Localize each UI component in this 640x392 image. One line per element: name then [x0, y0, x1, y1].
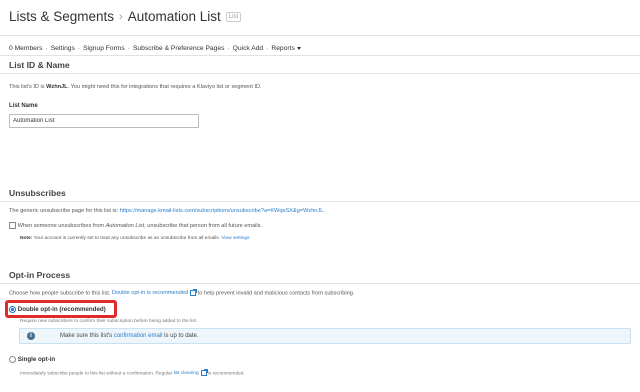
unsubscribe-desc-prefix: The generic unsubscribe page for this li… — [9, 208, 120, 214]
sub-navigation: 0 Members · Settings · Signup Forms · Su… — [9, 45, 301, 52]
unsubscribe-option: When someone unsubscribes from Automatio… — [9, 222, 262, 229]
tab-subscribe-preference-pages[interactable]: Subscribe & Preference Pages — [133, 45, 224, 52]
unsubscribe-desc-suffix: . — [323, 208, 325, 214]
section-title-optin: Opt-in Process — [9, 270, 71, 280]
checkbox-list-name: Automation List — [105, 222, 145, 229]
list-id-desc-suffix: . You might need this for integrations t… — [67, 84, 262, 90]
unsubscribe-description: The generic unsubscribe page for this li… — [9, 208, 325, 214]
caret-down-icon — [296, 46, 301, 50]
tab-separator: · — [127, 45, 130, 52]
tab-reports-label: Reports — [271, 45, 295, 52]
list-cleaning-link[interactable]: list cleaning — [173, 369, 208, 377]
optin-desc-prefix: Choose how people subscribe to this list… — [9, 290, 112, 297]
tab-reports[interactable]: Reports — [271, 45, 301, 52]
unsubscribe-all-checkbox[interactable] — [9, 222, 16, 229]
info-callout: i Make sure this list's confirmation ema… — [19, 328, 631, 344]
tab-signup-forms[interactable]: Signup Forms — [83, 45, 125, 52]
confirmation-email-link[interactable]: confirmation email — [114, 333, 163, 339]
list-id-description: This list's ID is WzhnJL. You might need… — [9, 84, 262, 90]
info-icon: i — [27, 332, 35, 340]
list-type-badge: List — [225, 11, 242, 22]
single-desc-prefix: Immediately subscribe people to this lis… — [20, 371, 174, 377]
checkbox-label-prefix: When someone unsubscribes from — [17, 222, 106, 229]
page-title: Automation List — [127, 9, 221, 24]
checkbox-label-suffix: , unsubscribe that person from all futur… — [144, 222, 262, 229]
double-optin-description: Require new subscribers to confirm their… — [20, 319, 198, 324]
breadcrumb-root-link[interactable]: Lists & Segments — [9, 9, 114, 24]
single-desc-suffix: is recommended. — [206, 371, 245, 377]
section-divider — [0, 73, 640, 74]
single-optin-label: Single opt-in — [17, 356, 56, 364]
note-label: Note: — [20, 236, 33, 241]
section-divider — [0, 201, 640, 202]
list-cleaning-label: list cleaning — [173, 371, 199, 377]
section-title-list-id: List ID & Name — [9, 60, 70, 70]
info-suffix: is up to date. — [162, 333, 199, 339]
header-divider — [0, 35, 640, 36]
tabs-divider — [0, 55, 640, 56]
tab-members[interactable]: 0 Members — [9, 45, 42, 52]
section-title-unsubscribes: Unsubscribes — [9, 188, 66, 198]
external-link-icon — [190, 289, 198, 296]
single-optin-option[interactable]: Single opt-in — [9, 356, 55, 363]
double-optin-recommended-link[interactable]: Double opt-in is recommended — [111, 289, 198, 297]
chevron-right-icon: › — [119, 10, 123, 23]
optin-desc-suffix: to help prevent invalid and malicious co… — [196, 290, 355, 297]
optin-description: Choose how people subscribe to this list… — [9, 289, 355, 297]
info-callout-text: Make sure this list's confirmation email… — [60, 333, 199, 339]
section-divider — [0, 283, 640, 284]
list-name-field[interactable] — [9, 114, 199, 128]
tab-separator: · — [45, 45, 48, 52]
single-optin-radio[interactable] — [9, 356, 16, 363]
unsubscribe-url-link[interactable]: https://manage.kmail-lists.com/subscript… — [120, 208, 324, 214]
view-settings-link[interactable]: View settings — [221, 236, 249, 241]
double-optin-recommended-label: Double opt-in is recommended — [111, 290, 189, 297]
single-optin-description: Immediately subscribe people to this lis… — [20, 369, 245, 377]
tab-separator: · — [77, 45, 81, 52]
note-text: Your account is currently set to treat a… — [32, 236, 222, 241]
tab-quick-add[interactable]: Quick Add — [233, 45, 263, 52]
info-prefix: Make sure this list's — [60, 333, 114, 339]
unsubscribe-note: Note: Your account is currently set to t… — [20, 236, 250, 241]
highlight-annotation — [5, 300, 117, 318]
tab-settings[interactable]: Settings — [51, 45, 75, 52]
breadcrumb: Lists & Segments › Automation List List — [9, 9, 242, 24]
external-link-icon — [200, 369, 208, 376]
tab-separator: · — [266, 45, 269, 52]
list-name-label: List Name — [9, 103, 38, 109]
list-id-value: WzhnJL — [46, 84, 68, 90]
tab-separator: · — [227, 45, 230, 52]
list-id-desc-prefix: This list's ID is — [9, 84, 47, 90]
